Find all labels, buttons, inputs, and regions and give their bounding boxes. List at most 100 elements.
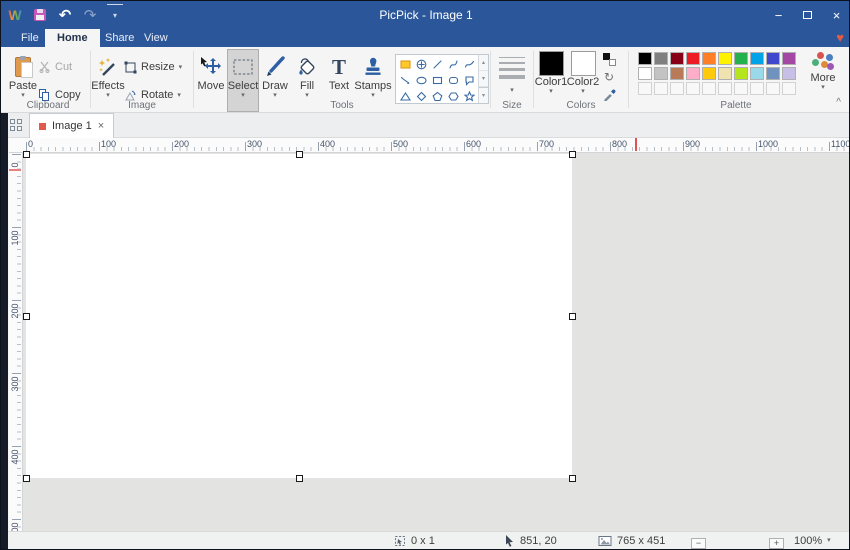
gallery-down-icon[interactable]: ▾ (479, 71, 488, 87)
group-clipboard: Paste ▾ Cut Copy Clipboard (7, 47, 89, 112)
cursor-position-item: 851, 20 (504, 532, 557, 549)
palette-swatch[interactable] (766, 67, 780, 80)
palette-swatch-empty[interactable] (782, 82, 796, 95)
save-icon[interactable] (32, 4, 48, 26)
palette-swatch[interactable] (638, 52, 652, 65)
group-label-tools: Tools (195, 100, 489, 111)
qat-customize-icon[interactable]: ▾ (107, 4, 123, 26)
shape-balloon-icon[interactable] (461, 72, 477, 88)
group-colors: Color1 ▾ Color2 ▾ ↻ Colors (535, 47, 627, 112)
maximize-button[interactable] (793, 1, 822, 29)
palette-swatch[interactable] (638, 67, 652, 80)
hruler-label: 900 (685, 139, 700, 149)
shape-rectangle-filled-icon[interactable] (397, 56, 413, 72)
picpick-window: W ↶ ↷ ▾ PicPick - Image 1 − × File Home … (0, 0, 850, 550)
palette-swatch-empty[interactable] (750, 82, 764, 95)
collapse-ribbon-icon[interactable]: ^ (836, 97, 841, 108)
shape-elbow-arrow-icon[interactable] (397, 72, 413, 88)
palette-swatch[interactable] (766, 52, 780, 65)
image-canvas[interactable] (26, 154, 572, 478)
window-list-icon[interactable] (10, 119, 23, 132)
hruler-label: 1000 (758, 139, 778, 149)
modified-indicator-icon (39, 123, 46, 130)
palette-swatch[interactable] (670, 52, 684, 65)
shape-curve-icon[interactable] (445, 56, 461, 72)
palette-swatch-empty[interactable] (654, 82, 668, 95)
shape-freehand-icon[interactable] (461, 56, 477, 72)
palette-swatch[interactable] (750, 67, 764, 80)
palette-swatch[interactable] (654, 52, 668, 65)
close-button[interactable]: × (822, 1, 850, 29)
resize-button[interactable]: Resize ▾ (124, 57, 182, 77)
palette-swatch[interactable] (782, 52, 796, 65)
hruler-label: 800 (612, 139, 627, 149)
palette-swatch[interactable] (718, 67, 732, 80)
selection-handle[interactable] (296, 475, 303, 482)
palette-swatch[interactable] (782, 67, 796, 80)
selection-handle[interactable] (569, 313, 576, 320)
palette-swatch-empty[interactable] (766, 82, 780, 95)
select-marquee-icon (232, 58, 254, 76)
palette-swatch[interactable] (702, 52, 716, 65)
shape-line-icon[interactable] (429, 56, 445, 72)
shape-rectangle-icon[interactable] (429, 72, 445, 88)
selection-handle[interactable] (23, 151, 30, 158)
tab-view[interactable]: View (132, 29, 180, 47)
palette-swatch[interactable] (686, 52, 700, 65)
zoom-level[interactable]: 100% ▾ (794, 532, 831, 549)
selection-handle[interactable] (23, 313, 30, 320)
color2-caret-icon: ▾ (581, 88, 585, 95)
tab-home[interactable]: Home (45, 29, 100, 47)
ribbon: Paste ▾ Cut Copy Clipboard (1, 47, 850, 113)
title-bar: W ↶ ↷ ▾ PicPick - Image 1 − × (1, 1, 850, 29)
resize-caret-icon: ▾ (179, 64, 183, 71)
palette-swatch-empty[interactable] (702, 82, 716, 95)
group-tools: Move Select ▾ Draw ▾ (195, 47, 489, 112)
group-label-colors: Colors (535, 100, 627, 111)
selection-handle[interactable] (296, 151, 303, 158)
line-width-icon[interactable] (499, 57, 525, 79)
selection-size-item: 0 x 1 (394, 532, 435, 549)
palette-swatch-empty[interactable] (734, 82, 748, 95)
heart-icon[interactable]: ♥ (836, 30, 844, 46)
palette-swatch[interactable] (718, 52, 732, 65)
swap-colors-icon[interactable]: ↻ (604, 71, 614, 83)
palette-swatch[interactable] (750, 52, 764, 65)
selection-size-icon (394, 535, 406, 547)
tab-close-icon[interactable]: × (98, 120, 104, 132)
color1-swatch (539, 51, 564, 76)
cut-button[interactable]: Cut (39, 57, 81, 77)
size-caret-icon[interactable]: ▾ (492, 87, 532, 94)
cursor-x-marker (635, 138, 637, 151)
scissors-icon (39, 61, 51, 73)
gallery-up-icon[interactable]: ▴ (479, 55, 488, 71)
shape-rounded-rectangle-icon[interactable] (445, 72, 461, 88)
minimize-button[interactable]: − (764, 1, 793, 29)
default-colors-icon[interactable] (603, 53, 616, 66)
palette-swatch-empty[interactable] (686, 82, 700, 95)
document-tab-image1[interactable]: Image 1 × (29, 113, 114, 138)
hruler-label: 600 (466, 139, 481, 149)
status-bar: 0 x 1 851, 20 765 x 451 − + 100% ▾ (1, 531, 850, 549)
palette-swatch[interactable] (686, 67, 700, 80)
selection-handle[interactable] (569, 475, 576, 482)
palette-swatch[interactable] (654, 67, 668, 80)
selection-handle[interactable] (23, 475, 30, 482)
select-caret-icon: ▾ (241, 92, 245, 99)
zoom-in-button[interactable]: + (769, 535, 784, 550)
selection-handle[interactable] (569, 151, 576, 158)
palette-swatch[interactable] (670, 67, 684, 80)
undo-icon[interactable]: ↶ (57, 4, 73, 26)
palette-swatch-empty[interactable] (718, 82, 732, 95)
palette-swatch-empty[interactable] (670, 82, 684, 95)
stamp-icon (362, 56, 384, 78)
palette-swatch[interactable] (734, 52, 748, 65)
zoom-out-button[interactable]: − (691, 535, 706, 550)
shape-ellipse-crosshair-icon[interactable] (413, 56, 429, 72)
palette-swatch-empty[interactable] (638, 82, 652, 95)
draw-caret-icon: ▾ (273, 92, 277, 99)
palette-swatch[interactable] (734, 67, 748, 80)
shape-ellipse-icon[interactable] (413, 72, 429, 88)
redo-icon[interactable]: ↷ (82, 4, 98, 26)
palette-swatch[interactable] (702, 67, 716, 80)
